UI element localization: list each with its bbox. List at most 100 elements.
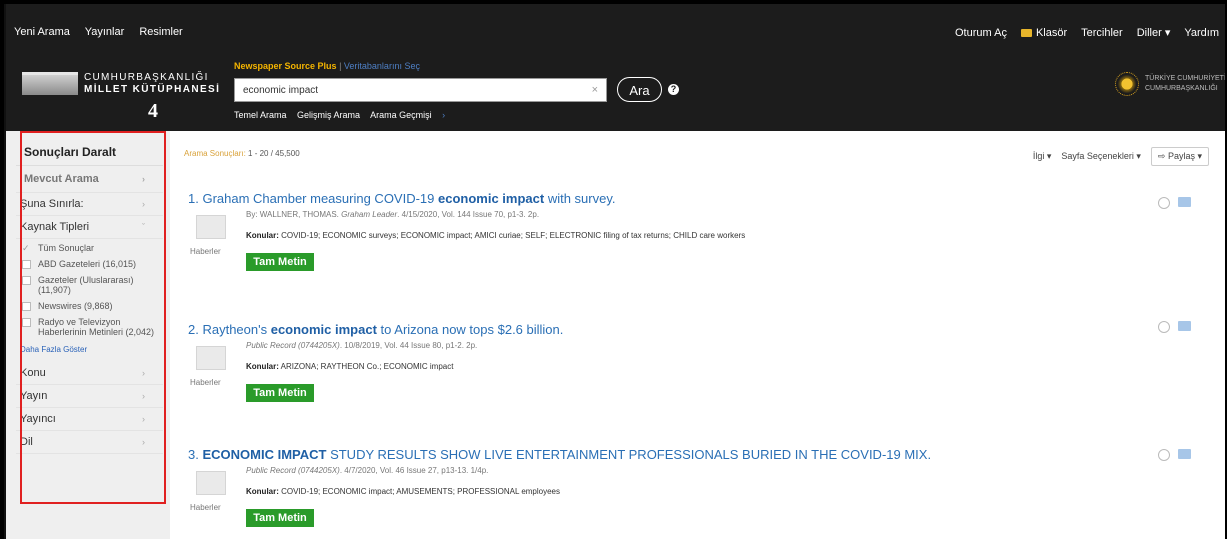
checkbox[interactable] [22,276,31,285]
languages-menu[interactable]: Diller ▾ [1137,26,1171,39]
refine-panel: Sonuçları Daralt Mevcut Arama › Şuna Sını… [16,131,163,454]
sign-in-link[interactable]: Oturum Aç [955,27,1007,39]
folder-link[interactable]: Klasör [1020,27,1067,39]
facet-label: Dil [20,436,33,448]
chevron-right-icon: › [142,174,145,184]
result-subjects: Konular: ARIZONA; RAYTHEON Co.; ECONOMIC… [246,362,453,371]
select-database-link[interactable]: Veritabanlarını Seç [344,61,420,71]
search-query: economic impact [243,85,319,96]
full-text-button[interactable]: Tam Metin [246,384,314,402]
preview-icon[interactable] [1158,197,1170,209]
limit-to-toggle[interactable]: Şuna Sınırla: › [16,193,163,216]
gov-logo-line2: CUMHURBAŞKANLIĞI [1145,85,1218,92]
checkbox[interactable] [22,260,31,269]
sort-relevance-menu[interactable]: İlgi ▾ [1033,151,1052,162]
facet-language[interactable]: Dil › [16,431,163,454]
preview-icon[interactable] [1158,449,1170,461]
facet-publisher[interactable]: Yayıncı › [16,408,163,431]
nav-images[interactable]: Resimler [139,26,182,38]
result-category: Haberler [190,247,221,256]
chevron-right-icon: › [142,391,145,401]
result-number: 1. [188,191,199,206]
option-label: Radyo ve Televizyon Haberlerinin Metinle… [38,317,155,337]
full-text-button[interactable]: Tam Metin [246,253,314,271]
facet-subject[interactable]: Konu › [16,362,163,385]
gov-logo-line1: TÜRKİYE CUMHURİYETİ [1145,75,1225,82]
subjects-label: Konular: [246,487,279,496]
facet-label: Yayın [20,390,48,402]
result-title[interactable]: 3. ECONOMIC IMPACT STUDY RESULTS SHOW LI… [188,447,931,462]
advanced-search-link[interactable]: Gelişmiş Arama [297,110,360,120]
show-more-link[interactable]: Daha Fazla Göster [16,345,163,354]
source-types-toggle[interactable]: Kaynak Tipleri ˇ [16,216,163,239]
option-label: Gazeteler (Uluslararası) (11,907) [38,275,134,295]
chevron-right-icon: › [142,368,145,378]
source-option-newswires[interactable]: Newswires (9,868) [20,301,163,311]
results-toolbar: İlgi ▾ Sayfa Seçenekleri ▾ ⇨ Paylaş ▾ [1033,147,1209,166]
source-option-us-newspapers[interactable]: ABD Gazeteleri (16,015) [20,259,163,269]
result-citation: By: WALLNER, THOMAS. Graham Leader. 4/15… [246,210,539,219]
result-title[interactable]: 1. Graham Chamber measuring COVID-19 eco… [188,191,615,206]
preferences-link[interactable]: Tercihler [1081,27,1123,39]
checkbox[interactable] [22,302,31,311]
subjects-label: Konular: [246,362,279,371]
subjects-text: ARIZONA; RAYTHEON Co.; ECONOMIC impact [280,362,454,371]
top-bar: Yeni Arama Yayınlar Resimler Oturum Aç K… [6,4,1225,131]
search-button[interactable]: Ara [617,77,662,102]
source-types-label: Kaynak Tipleri [20,221,90,233]
database-line: Newspaper Source Plus | Veritabanlarını … [234,61,420,71]
result-actions [1158,197,1191,209]
title-highlight: economic impact [438,191,545,206]
help-icon[interactable]: ? [668,84,679,95]
add-to-folder-icon[interactable] [1178,321,1191,331]
option-label: ABD Gazeteleri (16,015) [38,259,137,269]
add-to-folder-icon[interactable] [1178,449,1191,459]
result-source: Public Record (0744205X) [246,341,340,350]
result-details: . 4/15/2020, Vol. 144 Issue 70, p1-3. 2p… [397,210,540,219]
preview-icon[interactable] [1158,321,1170,333]
page-options-menu[interactable]: Sayfa Seçenekleri ▾ [1061,151,1141,162]
result-details: . 4/7/2020, Vol. 46 Issue 27, p13-13. 1/… [339,466,489,475]
facet-publication[interactable]: Yayın › [16,385,163,408]
chevron-right-icon: › [442,110,446,120]
result-author: By: WALLNER, THOMAS. [246,210,342,219]
gov-logo-text: TÜRKİYE CUMHURİYETİ CUMHURBAŞKANLIĞI [1145,74,1225,94]
search-history-link[interactable]: Arama Geçmişi › [370,110,453,120]
result-actions [1158,321,1191,333]
search-input[interactable]: economic impact × [234,78,607,102]
current-search-label: Mevcut Arama [24,173,99,185]
result-source: Graham Leader [341,210,398,219]
search-history-label: Arama Geçmişi [370,110,432,120]
top-nav: Yeni Arama Yayınlar Resimler [14,26,195,38]
annotation-number: 4 [148,100,158,122]
limit-to-label: Şuna Sınırla: [20,198,84,210]
clear-icon[interactable]: × [592,84,598,96]
nav-new-search[interactable]: Yeni Arama [14,26,70,38]
source-option-transcripts[interactable]: Radyo ve Televizyon Haberlerinin Metinle… [20,317,163,337]
search-mode-links: Temel Arama Gelişmiş Arama Arama Geçmişi… [234,110,461,120]
result-title[interactable]: 2. Raytheon's economic impact to Arizona… [188,322,563,337]
checkbox[interactable] [22,318,31,327]
result-actions [1158,449,1191,461]
result-citation: Public Record (0744205X). 4/7/2020, Vol.… [246,466,488,475]
source-option-all[interactable]: ✓ Tüm Sonuçlar [20,243,163,253]
share-menu[interactable]: ⇨ Paylaş ▾ [1150,147,1209,166]
subjects-text: COVID-19; ECONOMIC surveys; ECONOMIC imp… [281,231,746,240]
logo-line2: MİLLET KÜTÜPHANESİ [84,84,221,95]
full-text-button[interactable]: Tam Metin [246,509,314,527]
result-citation: Public Record (0744205X). 10/8/2019, Vol… [246,341,477,350]
current-search-toggle[interactable]: Mevcut Arama › [16,166,163,193]
logo-line1: CUMHURBAŞKANLIĞI [84,72,209,83]
result-details: . 10/8/2019, Vol. 44 Issue 80, p1-2. 2p. [339,341,478,350]
source-option-intl-newspapers[interactable]: Gazeteler (Uluslararası) (11,907) [20,275,163,295]
result-subjects: Konular: COVID-19; ECONOMIC impact; AMUS… [246,487,560,496]
nav-publications[interactable]: Yayınlar [85,26,125,38]
newspaper-icon [196,215,226,239]
app-frame: Yeni Arama Yayınlar Resimler Oturum Aç K… [4,4,1225,539]
subjects-label: Konular: [246,231,279,240]
chevron-down-icon: ˇ [142,222,145,232]
help-link[interactable]: Yardım [1184,27,1219,39]
library-building-icon [22,72,78,95]
add-to-folder-icon[interactable] [1178,197,1191,207]
basic-search-link[interactable]: Temel Arama [234,110,287,120]
